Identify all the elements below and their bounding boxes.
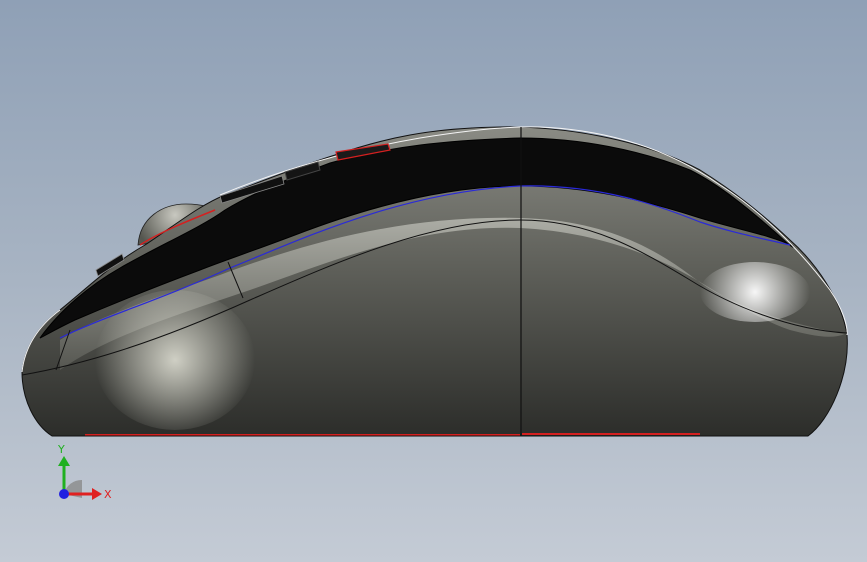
y-axis-label: Y <box>57 443 65 456</box>
x-axis-arrowhead <box>92 488 102 500</box>
orientation-triad[interactable]: Y X <box>48 436 118 516</box>
highlight-left <box>95 290 255 430</box>
mouse-model[interactable] <box>0 0 867 562</box>
highlight-right <box>700 262 810 322</box>
z-axis-dot <box>59 489 69 499</box>
cad-viewport[interactable]: Y X <box>0 0 867 562</box>
y-axis-arrowhead <box>58 456 70 466</box>
x-axis-label: X <box>104 488 112 501</box>
